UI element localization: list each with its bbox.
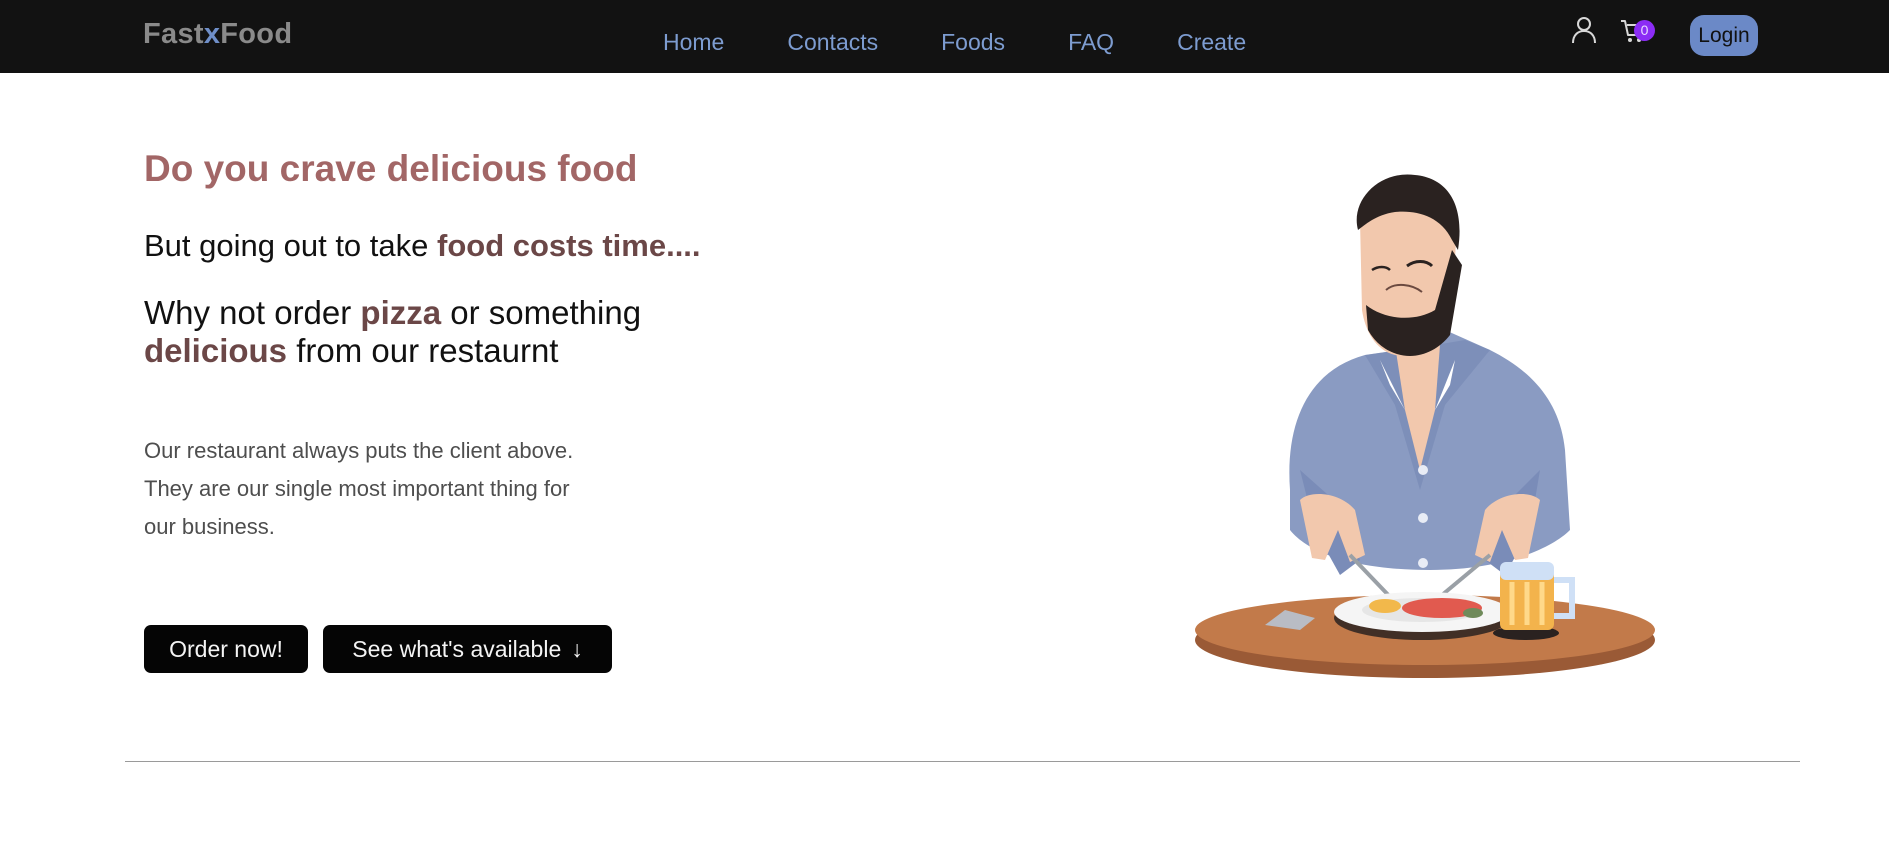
question-text-b: or something — [441, 294, 642, 331]
hero-subline: But going out to take food costs time...… — [144, 228, 701, 264]
brand-logo[interactable]: FastxFood — [143, 18, 292, 51]
login-button[interactable]: Login — [1690, 15, 1758, 56]
arrow-down-icon: ↓ — [571, 636, 583, 662]
nav-foods[interactable]: Foods — [941, 28, 1005, 56]
brand-part-food: Food — [220, 18, 293, 50]
user-icon[interactable] — [1571, 16, 1597, 44]
navbar: FastxFood Home Contacts Foods FAQ Create… — [0, 0, 1889, 73]
cart-count-badge: 0 — [1634, 20, 1655, 41]
nav-contacts[interactable]: Contacts — [787, 28, 878, 56]
nav-home[interactable]: Home — [663, 28, 724, 56]
order-now-button[interactable]: Order now! — [144, 625, 308, 673]
question-text-c: from our restaurnt — [287, 332, 559, 369]
hero-description: Our restaurant always puts the client ab… — [144, 438, 574, 539]
subline-text: But going out to take — [144, 228, 437, 263]
section-divider — [125, 761, 1800, 762]
subline-emphasis: food costs time.... — [437, 228, 701, 263]
nav-create[interactable]: Create — [1177, 28, 1246, 56]
hero-headline: Do you crave delicious food — [144, 148, 638, 189]
nav-faq[interactable]: FAQ — [1068, 28, 1114, 56]
question-emphasis-pizza: pizza — [360, 294, 442, 331]
hero-question: Why not order pizza or something delicio… — [144, 294, 704, 370]
brand-part-fast: Fast — [143, 18, 204, 50]
man-eating-illustration — [1195, 174, 1655, 678]
question-emphasis-delicious: delicious — [144, 332, 288, 369]
question-text-a: Why not order — [144, 294, 361, 331]
see-available-label: See what's available — [352, 636, 562, 662]
brand-part-x: x — [203, 18, 221, 50]
see-available-button[interactable]: See what's available ↓ — [323, 625, 612, 673]
main-nav: Home Contacts Foods FAQ Create — [663, 28, 1246, 56]
